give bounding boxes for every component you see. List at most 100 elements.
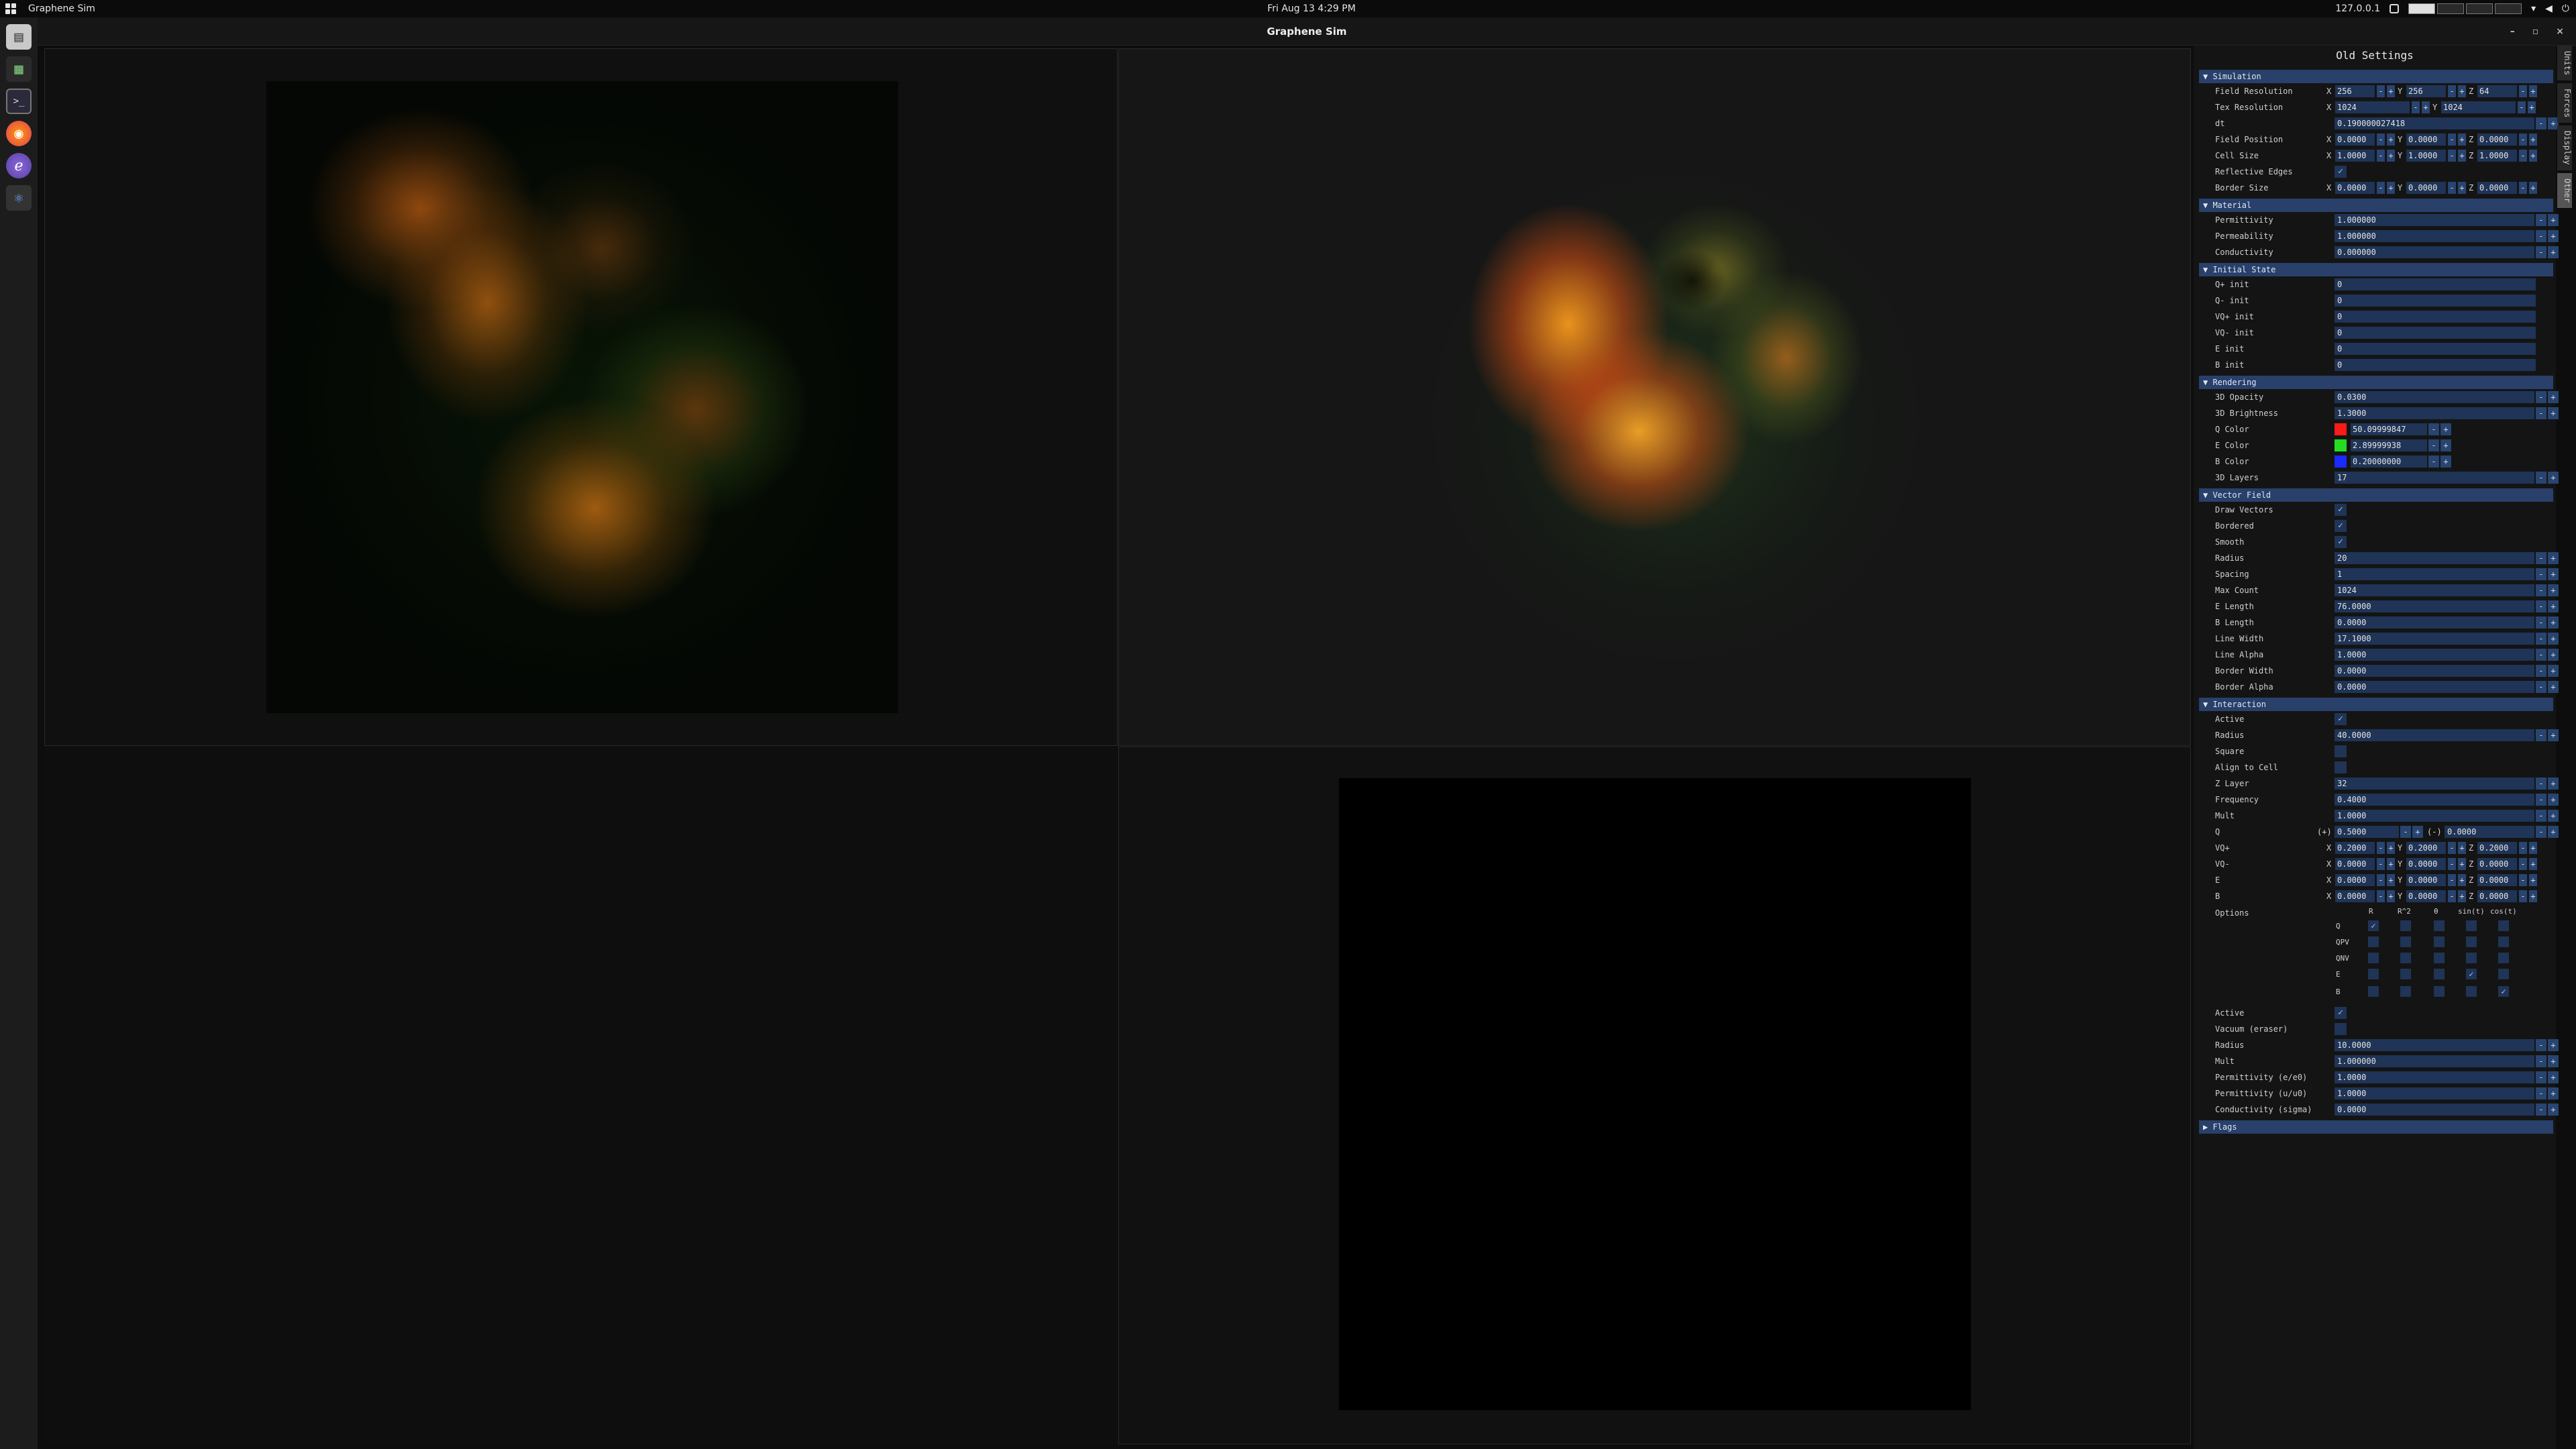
init-input[interactable]: 0 [2334,359,2536,371]
int-align-checkbox[interactable] [2334,761,2347,773]
b-input[interactable]: X 0.0000- + Y 0.0000- + Z 0.0000- + [2326,890,2538,902]
increment-button[interactable]: + [2548,1087,2559,1099]
increment-button[interactable]: + [2548,600,2559,612]
decrement-button[interactable]: - [2536,1039,2546,1051]
vf-radius-input[interactable]: 20 [2334,552,2534,564]
decrement-button[interactable]: - [2536,568,2546,580]
opt-checkbox[interactable] [2498,920,2509,931]
opt-checkbox[interactable] [2368,986,2379,997]
opacity-increment-button[interactable]: + [2548,391,2559,403]
increment-button[interactable]: + [2548,568,2559,580]
clock[interactable]: Fri Aug 13 4:29 PM [1265,3,1358,14]
view-empty[interactable] [44,747,1118,1444]
opt-checkbox[interactable] [2466,936,2477,947]
decrement-button[interactable]: - [2536,1055,2546,1067]
opt-checkbox[interactable] [2498,936,2509,947]
field-2d-render[interactable] [266,81,898,713]
int-cond-input[interactable]: 0.0000 [2334,1104,2534,1116]
opt-checkbox[interactable] [2466,953,2477,963]
b-color-swatch[interactable] [2334,455,2347,468]
files-icon[interactable]: ▤ [6,24,32,50]
b-color-decrement-button[interactable]: - [2428,455,2439,468]
opacity-decrement-button[interactable]: - [2536,391,2546,403]
init-input[interactable]: 0 [2334,343,2536,355]
q-color-swatch[interactable] [2334,423,2347,435]
network-icon[interactable]: ▾ [2531,3,2536,14]
tab-units[interactable]: Units [2557,46,2572,81]
b-color-input[interactable]: 0.20000000 [2351,455,2427,468]
opt-checkbox[interactable] [2400,969,2411,979]
vf-maxcount-input[interactable]: 1024 [2334,584,2534,596]
opt-checkbox[interactable] [2434,920,2445,931]
q-plus-input[interactable]: 0.5000 [2334,826,2399,838]
vf-elength-input[interactable]: 76.0000 [2334,600,2534,612]
decrement-button[interactable]: - [2536,552,2546,564]
reflective-edges-checkbox[interactable]: ✓ [2334,166,2347,178]
q-color-decrement-button[interactable]: - [2428,423,2439,435]
spreadsheet-icon[interactable]: ▦ [6,56,32,82]
increment-button[interactable]: + [2548,1071,2559,1083]
opt-checkbox[interactable] [2434,969,2445,979]
decrement-button[interactable]: - [2536,826,2546,838]
vf-borderwidth-input[interactable]: 0.0000 [2334,665,2534,677]
init-input[interactable]: 0 [2334,327,2536,339]
window-title-bar[interactable]: Graphene Sim – ▫ × [38,17,2576,46]
int-radius-input[interactable]: 40.0000 [2334,729,2534,741]
e-color-input[interactable]: 2.89999938 [2351,439,2427,451]
layers-increment-button[interactable]: + [2548,472,2559,484]
int-perm-u-input[interactable]: 1.0000 [2334,1087,2534,1099]
decrement-button[interactable]: - [2536,616,2546,629]
int-vacuum-checkbox[interactable] [2334,1023,2347,1035]
opt-b-cos-checkbox[interactable]: ✓ [2498,986,2509,997]
opt-checkbox[interactable] [2400,986,2411,997]
section-material[interactable]: ▼ Material [2199,199,2553,212]
e-color-increment-button[interactable]: + [2440,439,2451,451]
increment-button[interactable]: + [2548,794,2559,806]
tab-display[interactable]: Display [2557,125,2572,171]
increment-button[interactable]: + [2548,1055,2559,1067]
view-blank-texture[interactable] [1118,747,2191,1444]
q-color-input[interactable]: 50.09999847 [2351,423,2427,435]
activities-grid-icon[interactable] [5,3,16,14]
vf-borderalpha-input[interactable]: 0.0000 [2334,681,2534,693]
permeability-input[interactable]: 1.000000 [2334,230,2534,242]
dt-input[interactable]: 0.190000027418 [2334,117,2534,129]
firefox-icon[interactable]: ◉ [6,121,32,146]
e-color-decrement-button[interactable]: - [2428,439,2439,451]
vqn-input[interactable]: X 0.0000- + Y 0.0000- + Z 0.0000- + [2326,858,2538,870]
opt-checkbox[interactable] [2400,920,2411,931]
opt-checkbox[interactable] [2498,953,2509,963]
increment-button[interactable]: + [2548,1104,2559,1116]
section-interaction[interactable]: ▼ Interaction [2199,698,2553,711]
section-simulation[interactable]: ▼ Simulation [2199,70,2553,83]
permittivity-decrement-button[interactable]: - [2536,214,2546,226]
init-input[interactable]: 0 [2334,278,2536,290]
increment-button[interactable]: + [2548,777,2559,790]
q-color-increment-button[interactable]: + [2440,423,2451,435]
opt-checkbox[interactable] [2368,953,2379,963]
opt-q-r-checkbox[interactable]: ✓ [2368,920,2379,931]
opt-checkbox[interactable] [2434,986,2445,997]
vf-blength-input[interactable]: 0.0000 [2334,616,2534,629]
opt-checkbox[interactable] [2466,986,2477,997]
brightness-decrement-button[interactable]: - [2536,407,2546,419]
int-active-checkbox[interactable]: ✓ [2334,713,2347,725]
section-initial-state[interactable]: ▼ Initial State [2199,263,2553,276]
increment-button[interactable]: + [2548,810,2559,822]
vqp-input[interactable]: X 0.2000- + Y 0.2000- + Z 0.2000- + [2326,842,2538,854]
draw-vectors-checkbox[interactable]: ✓ [2334,504,2347,516]
increment-button[interactable]: + [2412,826,2423,838]
decrement-button[interactable]: - [2536,810,2546,822]
minimize-button[interactable]: – [2510,26,2515,37]
int-zlayer-input[interactable]: 32 [2334,777,2534,790]
opt-e-sin-checkbox[interactable]: ✓ [2466,969,2477,979]
increment-button[interactable]: + [2548,633,2559,645]
close-button[interactable]: × [2556,26,2564,37]
increment-button[interactable]: + [2548,665,2559,677]
dt-decrement-button[interactable]: - [2536,117,2546,129]
layers-decrement-button[interactable]: - [2536,472,2546,484]
e-input[interactable]: X 0.0000- + Y 0.0000- + Z 0.0000- + [2326,874,2538,886]
vf-linealpha-input[interactable]: 1.0000 [2334,649,2534,661]
section-rendering[interactable]: ▼ Rendering [2199,376,2553,389]
permeability-decrement-button[interactable]: - [2536,230,2546,242]
